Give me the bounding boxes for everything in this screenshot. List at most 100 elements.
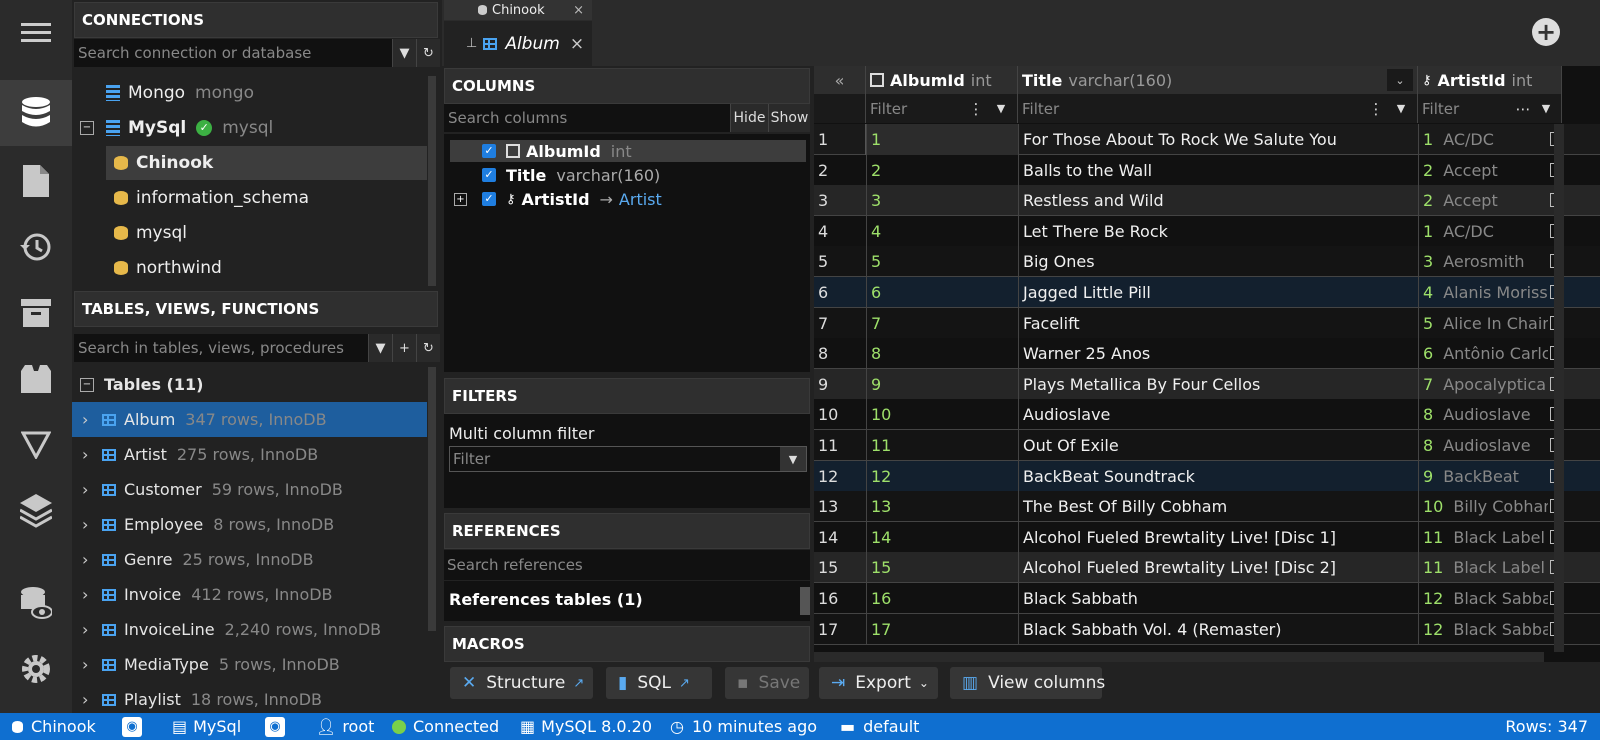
show-button[interactable]: Show [768,104,810,132]
cell-artistid[interactable]: 5 Alice In Chain [1418,307,1548,339]
cell-artistid[interactable]: 1 AC/DC [1418,124,1548,155]
table-row[interactable]: 1 1 For Those About To Rock We Salute You 1… [814,124,1600,156]
connections-search-input[interactable]: Search connection or database [74,39,392,67]
database-icon[interactable] [0,80,72,146]
status-server[interactable]: ▤ MySql [172,713,241,740]
refresh-icon[interactable]: ↻ [416,334,440,362]
chevron-right-icon[interactable]: › [82,585,102,604]
cell-artistid[interactable]: 2 Accept [1418,154,1548,186]
cell-title[interactable]: Audioslave [1018,399,1418,431]
cell-title[interactable]: Warner 25 Anos [1018,338,1418,370]
archive-icon[interactable] [0,280,72,346]
row-number[interactable]: 12 [814,461,866,492]
status-user[interactable]: 👤︎ root [316,713,374,740]
chevron-right-icon[interactable]: › [82,550,102,569]
table-item-mediatype[interactable]: › MediaType 5 rows, InnoDB [72,647,427,682]
scrollbar[interactable] [800,587,810,615]
tab-album[interactable]: ⊥ Album × [444,21,592,66]
cell-title[interactable]: Black Sabbath Vol. 4 (Remaster) [1018,613,1418,645]
cell-artistid[interactable]: 12 Black Sabbat [1418,583,1548,614]
table-item-employee[interactable]: › Employee 8 rows, InnoDB [72,507,427,542]
chevron-right-icon[interactable]: › [82,480,102,499]
filter-icon[interactable]: ▼ [1535,102,1557,115]
cell-artistid[interactable]: 9 BackBeat [1418,460,1548,492]
cell-artistid[interactable]: 1 AC/DC [1418,215,1548,247]
status-database[interactable]: Chinook [12,713,96,740]
table-row[interactable]: 16 16 Black Sabbath 12 Black Sabbat [814,583,1600,614]
settings-icon[interactable] [0,636,72,702]
tables-search-input[interactable]: Search in tables, views, procedures [74,334,368,362]
table-row[interactable]: 17 17 Black Sabbath Vol. 4 (Remaster) 12 Bla… [814,613,1600,645]
row-number[interactable]: 16 [814,583,866,614]
table-item-genre[interactable]: › Genre 25 rows, InnoDB [72,542,427,577]
checkbox[interactable]: ✓ [482,192,496,206]
row-number[interactable]: 4 [814,216,866,247]
table-row[interactable]: 14 14 Alcohol Fueled Brewtality Live! [Dis… [814,521,1600,553]
menu-icon[interactable] [0,0,72,66]
filter-icon[interactable]: ▼ [368,334,392,362]
close-icon[interactable]: × [570,34,584,54]
vertical-scrollbar[interactable] [1554,124,1564,652]
expand-icon[interactable]: + [454,192,467,206]
column-header-artistid[interactable]: ⚷ ArtistId int [1418,66,1562,94]
row-number[interactable]: 11 [814,430,866,461]
columns-search-input[interactable]: Search columns [444,104,730,132]
row-number[interactable]: 7 [814,308,866,339]
cell-albumid[interactable]: 9 [866,368,1018,400]
database-item-mysql[interactable]: mysql [72,216,427,250]
column-header-title[interactable]: Title varchar(160) ⌄ [1018,66,1418,94]
collapse-columns-icon[interactable]: « [814,66,866,94]
column-header-albumid[interactable]: AlbumId int [866,66,1018,94]
history-icon[interactable] [0,214,72,280]
database-item-northwind[interactable]: northwind [72,251,427,285]
cell-artistid[interactable]: 8 Audioslave [1418,430,1548,461]
table-row[interactable]: 13 13 The Best Of Billy Cobham 10 Billy Cobh… [814,491,1600,523]
row-number[interactable]: 2 [814,155,866,186]
cell-artistid[interactable]: 4 Alanis Morisse [1418,277,1548,308]
export-button[interactable]: ⇥ Export ⌄ [819,667,938,699]
column-item-title[interactable]: ✓ Title varchar(160) [450,164,806,186]
cell-albumid[interactable]: 12 [866,460,1018,492]
filter-triangle-icon[interactable] [0,412,72,478]
table-item-customer[interactable]: › Customer 59 rows, InnoDB [72,472,427,507]
cell-artistid[interactable]: 6 Antônio Carlc [1418,338,1548,370]
cell-albumid[interactable]: 4 [866,215,1018,247]
cell-artistid[interactable]: 11 Black Label S [1418,521,1548,553]
filter-icon[interactable]: ▼ [392,39,416,67]
cell-artistid[interactable]: 2 Accept [1418,185,1548,217]
layers-icon[interactable] [0,478,72,544]
row-number[interactable]: 17 [814,614,866,645]
chevron-right-icon[interactable]: › [82,515,102,534]
chevron-right-icon[interactable]: › [82,410,102,429]
cell-title[interactable]: Out Of Exile [1018,430,1418,461]
table-item-playlist[interactable]: › Playlist 18 rows, InnoDB [72,682,427,713]
more-icon[interactable]: ⋮ [1363,100,1389,118]
chevron-down-icon[interactable]: ⌄ [1387,69,1413,91]
filter-icon[interactable]: ▼ [989,102,1013,115]
cell-title[interactable]: Plays Metallica By Four Cellos [1018,368,1418,400]
cell-albumid[interactable]: 11 [866,430,1018,461]
status-connection[interactable]: Connected [392,713,499,740]
multi-filter-input[interactable]: Filter [450,447,780,471]
cell-title[interactable]: Big Ones [1018,246,1418,278]
row-number[interactable]: 3 [814,185,866,216]
cell-albumid[interactable]: 7 [866,307,1018,339]
filter-input[interactable]: Filter [870,100,963,118]
table-row[interactable]: 11 11 Out Of Exile 8 Audioslave [814,430,1600,461]
cell-title[interactable]: BackBeat Soundtrack [1018,460,1418,492]
column-item-artistid[interactable]: + ✓ ⚷ ArtistId → Artist [450,188,806,210]
row-number[interactable]: 5 [814,246,866,277]
cell-artistid[interactable]: 3 Aerosmith [1418,246,1548,278]
database-eye-icon[interactable] [0,570,72,636]
table-row[interactable]: 4 4 Let There Be Rock 1 AC/DC [814,215,1600,247]
cell-title[interactable]: Balls to the Wall [1018,154,1418,186]
tables-group[interactable]: − Tables (11) [72,367,427,402]
table-row[interactable]: 8 8 Warner 25 Anos 6 Antônio Carlc [814,338,1600,370]
row-number[interactable]: 15 [814,552,866,583]
save-button[interactable]: ▪ Save [725,667,809,699]
table-item-album[interactable]: › Album 347 rows, InnoDB [72,402,427,437]
table-row[interactable]: 2 2 Balls to the Wall 2 Accept [814,154,1600,186]
cell-albumid[interactable]: 17 [866,613,1018,645]
box-icon[interactable] [0,346,72,412]
table-row[interactable]: 10 10 Audioslave 8 Audioslave [814,399,1600,431]
